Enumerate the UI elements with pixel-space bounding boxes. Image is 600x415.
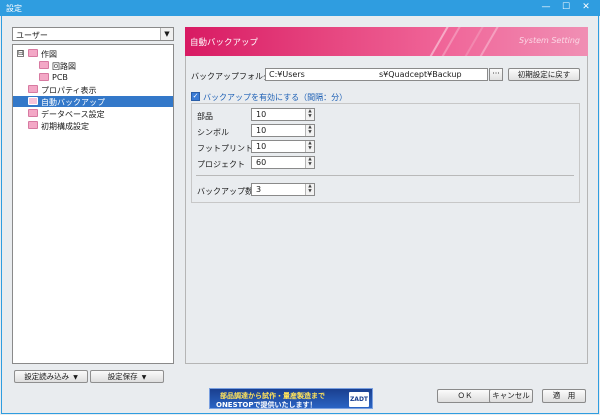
cancel-button[interactable]: キャンセル: [489, 389, 533, 403]
browse-folder-button[interactable]: ···: [489, 68, 503, 81]
backup-folder-value-end: s¥Quadcept¥Backup: [379, 70, 462, 79]
symbol-interval-stepper[interactable]: 10 ▲ ▼: [251, 124, 315, 137]
tree-item-label: データベース設定: [41, 110, 105, 119]
promo-line-2: ONESTOPで提供いたします！: [216, 401, 317, 409]
project-interval-stepper[interactable]: 60 ▲ ▼: [251, 156, 315, 169]
minimize-icon[interactable]: —: [536, 1, 556, 14]
save-settings-label: 設定保存: [107, 372, 138, 381]
preset-value: ユーザー: [16, 31, 48, 40]
section-banner: 自動バックアップ System Setting: [185, 27, 588, 56]
close-icon[interactable]: ✕: [576, 1, 596, 14]
load-settings-label: 設定読み込み: [24, 372, 70, 381]
decrement-icon[interactable]: ▼: [306, 162, 314, 167]
decrement-icon[interactable]: ▼: [306, 130, 314, 135]
decrement-icon[interactable]: ▼: [306, 114, 314, 119]
folder-icon: [28, 49, 38, 57]
load-settings-button[interactable]: 設定読み込み ▼: [14, 370, 88, 383]
backup-count-value: 3: [256, 185, 262, 194]
settings-tree: ⊟ 作図 回路図 PCB プロパティ表示 自動バックアップ データベース設定 初…: [12, 44, 174, 364]
separator: [196, 175, 574, 176]
symbol-interval-label: シンボル: [197, 128, 229, 137]
chevron-down-icon: ▼: [73, 374, 78, 381]
maximize-icon[interactable]: ☐: [556, 1, 576, 14]
tree-item-label: 回路図: [52, 62, 76, 71]
promo-banner[interactable]: 部品調達から試作・量産製造まで ONESTOPで提供いたします！ ZADT: [209, 388, 373, 409]
tree-item-auto-backup[interactable]: 自動バックアップ: [13, 96, 173, 107]
tree-item-label: 作図: [41, 50, 57, 59]
project-interval-value: 60: [256, 158, 267, 167]
decrement-icon[interactable]: ▼: [306, 189, 314, 194]
title-bar: 設定 — ☐ ✕: [0, 0, 600, 16]
folder-icon: [28, 85, 38, 93]
reset-defaults-button[interactable]: 初期設定に戻す: [508, 68, 580, 81]
tree-item-initial-config[interactable]: 初期構成設定: [13, 120, 173, 131]
tree-item-database[interactable]: データベース設定: [13, 108, 173, 119]
folder-icon: [28, 121, 38, 129]
ok-button[interactable]: ＯＫ: [437, 389, 493, 403]
folder-icon: [28, 97, 38, 105]
parts-interval-label: 部品: [197, 112, 213, 121]
save-settings-button[interactable]: 設定保存 ▼: [90, 370, 164, 383]
symbol-interval-value: 10: [256, 126, 267, 135]
folder-icon: [39, 73, 49, 81]
section-title: 自動バックアップ: [190, 38, 259, 48]
backup-count-stepper[interactable]: 3 ▲ ▼: [251, 183, 315, 196]
tree-item-label: PCB: [52, 73, 68, 82]
chevron-down-icon: ▼: [141, 374, 147, 381]
project-interval-label: プロジェクト: [197, 160, 245, 169]
decrement-icon[interactable]: ▼: [306, 146, 314, 151]
parts-interval-stepper[interactable]: 10 ▲ ▼: [251, 108, 315, 121]
backup-count-label: バックアップ数: [197, 187, 253, 196]
tree-item-property-display[interactable]: プロパティ表示: [13, 84, 173, 95]
tree-item-drawing[interactable]: ⊟ 作図: [13, 48, 173, 59]
collapse-icon[interactable]: ⊟: [17, 50, 24, 57]
tree-item-label: 初期構成設定: [41, 122, 89, 131]
tree-item-label: 自動バックアップ: [41, 98, 105, 107]
zadt-logo: ZADT: [349, 392, 369, 407]
footprint-interval-label: フットプリント: [197, 144, 253, 153]
enable-backup-label[interactable]: バックアップを有効にする（間隔：分）: [203, 92, 347, 103]
enable-backup-checkbox[interactable]: ✓: [191, 92, 200, 101]
banner-decoration: [420, 27, 452, 56]
tree-item-label: プロパティ表示: [41, 86, 97, 95]
footprint-interval-value: 10: [256, 142, 267, 151]
window-title: 設定: [6, 4, 22, 13]
footprint-interval-stepper[interactable]: 10 ▲ ▼: [251, 140, 315, 153]
backup-folder-label: バックアップフォルダ: [191, 72, 271, 81]
apply-button[interactable]: 適 用: [542, 389, 586, 403]
section-subtitle: System Setting: [518, 36, 580, 45]
tree-item-schematic[interactable]: 回路図: [13, 60, 173, 71]
backup-folder-field[interactable]: C:¥Users s¥Quadcept¥Backup: [265, 68, 488, 81]
preset-select[interactable]: ユーザー ▼: [12, 27, 174, 41]
chevron-down-icon[interactable]: ▼: [160, 28, 173, 40]
parts-interval-value: 10: [256, 110, 267, 119]
backup-folder-value-start: C:¥Users: [269, 70, 305, 79]
folder-icon: [39, 61, 49, 69]
folder-icon: [28, 109, 38, 117]
tree-item-pcb[interactable]: PCB: [13, 72, 173, 83]
